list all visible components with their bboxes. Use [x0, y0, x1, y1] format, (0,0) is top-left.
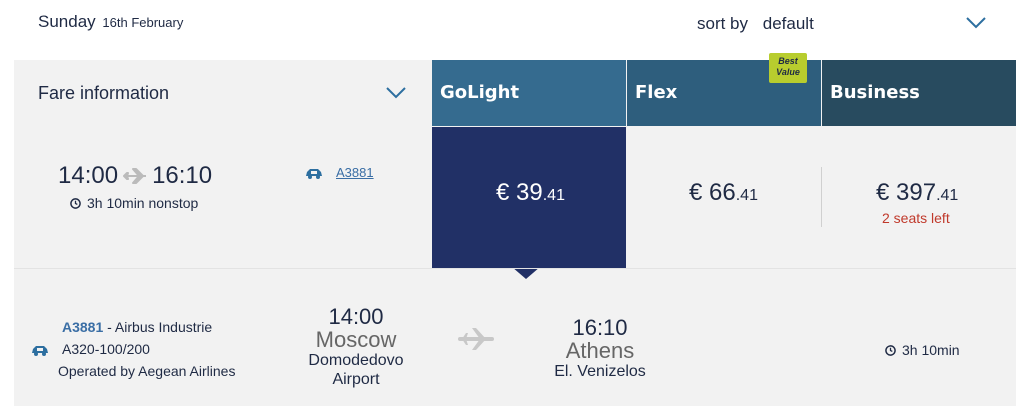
- flight-duration: 3h 10min nonstop: [70, 195, 198, 211]
- tab-golight[interactable]: GoLight: [432, 60, 626, 126]
- sort-value[interactable]: default: [763, 14, 814, 33]
- flex-price-cell[interactable]: € 66.41: [627, 127, 821, 268]
- business-price-cell[interactable]: € 397.41 2 seats left: [822, 127, 1016, 268]
- golight-price-cell[interactable]: € 39.41: [432, 127, 626, 268]
- car-icon: [32, 346, 48, 356]
- detail-duration-text: 3h 10min: [902, 342, 960, 358]
- sort-control[interactable]: sort by default: [697, 14, 814, 34]
- currency: €: [496, 179, 510, 206]
- arrival-info: 16:10 Athens El. Venizelos: [540, 316, 660, 381]
- flight-details-row: [14, 269, 1016, 406]
- travel-date: Sunday 16th February: [38, 12, 183, 32]
- sort-label: sort by: [697, 14, 749, 33]
- price-cents: .41: [735, 187, 758, 204]
- price-main: 39: [516, 179, 543, 206]
- duration-text: 3h 10min nonstop: [87, 195, 199, 211]
- plane-icon: [458, 328, 494, 350]
- aircraft-model: A320-100/200: [62, 341, 150, 357]
- car-icon: [306, 168, 322, 179]
- fare-information-header[interactable]: Fare information: [14, 60, 432, 126]
- tab-business[interactable]: Business: [822, 60, 1016, 126]
- best-value-badge: Best Value: [769, 53, 807, 83]
- business-label: Business: [830, 82, 920, 103]
- departure-city: Moscow: [315, 327, 397, 352]
- clock-icon: [885, 344, 896, 356]
- flight-times: 14:00 16:10: [58, 162, 212, 190]
- fare-information-label: Fare information: [38, 83, 170, 103]
- seats-left-warning: 2 seats left: [882, 210, 950, 226]
- golight-price: € 39.41: [496, 179, 565, 207]
- flex-label: Flex: [635, 82, 678, 103]
- flight-number-link[interactable]: A3881: [304, 165, 374, 180]
- chevron-down-icon[interactable]: [965, 16, 987, 30]
- flight-number[interactable]: A3881: [336, 165, 374, 180]
- operated-by: Operated by Aegean Airlines: [58, 363, 236, 379]
- flex-price: € 66.41: [689, 179, 758, 207]
- results-header: Sunday 16th February sort by default: [0, 0, 1024, 60]
- price-main: 66: [709, 179, 736, 206]
- currency: €: [689, 179, 703, 206]
- arrival-time: 16:10: [152, 162, 213, 189]
- detail-flight-number: A3881: [62, 319, 104, 335]
- business-price: € 397.41: [876, 179, 958, 207]
- arrival-airport: El. Venizelos: [554, 363, 646, 380]
- travel-day: Sunday: [38, 12, 96, 31]
- departure-airport-line1: Domodedovo: [308, 352, 404, 369]
- price-cents: .41: [542, 187, 565, 204]
- aircraft-maker: - Airbus Industrie: [103, 319, 213, 335]
- golight-label: GoLight: [440, 82, 520, 103]
- departure-info: 14:00 Moscow Domodedovo Airport: [296, 305, 416, 389]
- departure-airport-line2: Airport: [332, 371, 380, 388]
- chevron-down-icon[interactable]: [385, 86, 407, 100]
- arrival-time-detail: 16:10: [572, 315, 628, 340]
- price-cents: .41: [936, 187, 959, 204]
- travel-date-text: 16th February: [102, 15, 184, 30]
- clock-icon: [70, 197, 81, 209]
- currency: €: [876, 179, 890, 206]
- detail-flight-info: A3881 - Airbus Industrie: [62, 319, 212, 335]
- plane-icon: [123, 168, 147, 184]
- departure-time-detail: 14:00: [328, 304, 384, 329]
- departure-time: 14:00: [58, 162, 119, 189]
- arrival-city: Athens: [565, 338, 635, 363]
- detail-duration: 3h 10min: [885, 342, 960, 358]
- price-main: 397: [896, 179, 937, 206]
